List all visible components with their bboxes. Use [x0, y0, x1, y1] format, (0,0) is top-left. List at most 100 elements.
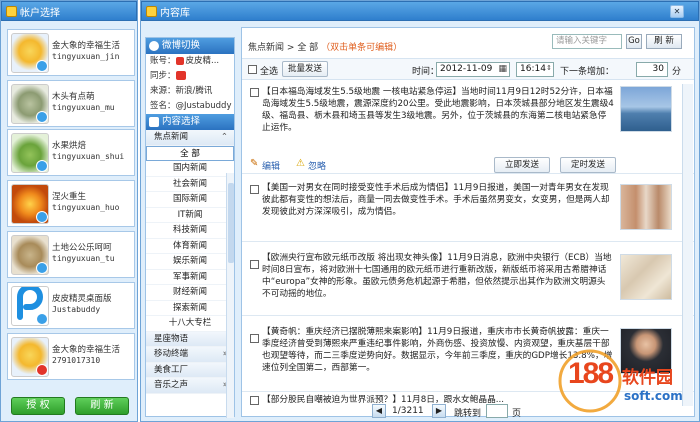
news-checkbox[interactable]: [250, 260, 259, 269]
account-name: 金大象的幸福生活: [52, 41, 121, 51]
news-thumbnail: [620, 254, 672, 300]
group-focus-news[interactable]: 焦点新闻 ⌃: [146, 130, 234, 146]
category-item[interactable]: 娱乐新闻: [146, 254, 234, 270]
jump-label: 跳转到: [454, 409, 482, 419]
category-item[interactable]: 全 部: [146, 145, 234, 161]
category-item[interactable]: 体育新闻: [146, 239, 234, 254]
account-icon: [175, 56, 184, 65]
news-item[interactable]: 【美国一对男女在同时接受变性手术后成为情侣】11月9日报道，美国一对青年男女在发…: [242, 176, 694, 242]
refresh-button[interactable]: 刷 新: [646, 34, 682, 49]
weibo-badge-icon: [36, 262, 48, 274]
edit-link[interactable]: 编辑: [262, 159, 280, 172]
next-page-icon[interactable]: ▶: [432, 404, 446, 418]
weibo-badge-icon: [36, 60, 48, 72]
next-add-label: 下一条增加：: [560, 67, 615, 77]
signature-row: 签名：@Justabuddy: [150, 101, 232, 111]
go-button[interactable]: Go: [626, 34, 642, 49]
app-icon: [6, 6, 17, 17]
nav-panel: 微博切换 账号： 皮皮精... 同步： 来源：新浪/腾讯 签名：@Justabud…: [145, 37, 235, 418]
date-picker[interactable]: 2012-11-09 ▦: [436, 62, 510, 77]
news-checkbox[interactable]: [250, 396, 259, 405]
authorize-button[interactable]: 授 权: [11, 397, 65, 415]
home-icon: [149, 117, 159, 127]
sync-icon: [175, 71, 186, 80]
toolbar: 全选 批量发送 时间： 2012-11-09 ▦ 16:14 ⇕ 下一条增加： …: [242, 58, 694, 80]
account-id: tingyuxuan_shui: [52, 152, 125, 161]
site-watermark: 188 软件园 soft.com: [556, 347, 696, 417]
edit-hint: （双击单条可编辑）: [321, 43, 403, 53]
window-title: 内容库: [160, 7, 190, 19]
category-item[interactable]: 国际新闻: [146, 192, 234, 208]
account-item[interactable]: 金大象的幸福生活 2791017310: [7, 333, 135, 380]
group-music[interactable]: 音乐之声»: [146, 378, 234, 394]
app-icon: [146, 6, 157, 17]
category-item[interactable]: 军事新闻: [146, 270, 234, 285]
account-item[interactable]: 涅火重生 tingyuxuan_huo: [7, 180, 135, 227]
weibo-badge-icon: [36, 111, 48, 123]
weibo-badge-icon: [36, 160, 48, 172]
news-thumbnail: [620, 86, 672, 132]
page-indicator: 1/3211: [392, 406, 424, 416]
select-all-checkbox[interactable]: [248, 65, 257, 74]
news-item[interactable]: 【欧洲央行宣布欧元纸币改版 将出现女神头像】11月9日消息，欧洲中央银行（ECB…: [242, 242, 694, 316]
category-item[interactable]: 十八大专栏: [146, 316, 234, 332]
weibo-badge-icon: [36, 313, 48, 325]
account-row[interactable]: 账号： 皮皮精...: [146, 54, 234, 69]
send-now-button[interactable]: 立即发送: [494, 157, 550, 173]
account-name: 水果烘焙: [52, 141, 87, 151]
category-item[interactable]: IT新闻: [146, 208, 234, 223]
interval-input[interactable]: 30: [636, 62, 668, 77]
nav-scrollbar-thumb[interactable]: [228, 183, 234, 263]
group-mobile[interactable]: 移动终端»: [146, 347, 234, 363]
account-id: tingyuxuan_tu: [52, 254, 115, 263]
interval-unit: 分: [672, 67, 682, 77]
weibo-icon: [149, 41, 159, 51]
ignore-icon: ⚠: [296, 158, 305, 169]
news-item[interactable]: 【日本福岛海域发生5.5级地震 一核电站紧急停运】当地时间11月9日12时52分…: [242, 80, 694, 174]
category-item[interactable]: 科技新闻: [146, 223, 234, 239]
news-checkbox[interactable]: [250, 334, 259, 343]
chevron-up-icon: ⌃: [220, 132, 228, 142]
watermark-number: 188: [568, 357, 614, 390]
group-horoscope[interactable]: 星座物语: [146, 331, 234, 347]
account-item[interactable]: 皮皮精灵桌面版 Justabuddy: [7, 282, 135, 329]
content-library-titlebar: 内容库 ✕: [141, 1, 699, 21]
news-checkbox[interactable]: [250, 185, 259, 194]
nav-scrollbar[interactable]: [226, 173, 234, 418]
search-input[interactable]: 请输入关键字: [552, 34, 622, 49]
source-row: 来源：新浪/腾讯: [150, 86, 213, 96]
prev-page-icon[interactable]: ◀: [372, 404, 386, 418]
group-food[interactable]: 美食工厂: [146, 362, 234, 378]
spinner-icon[interactable]: ⇕: [546, 62, 552, 75]
batch-send-button[interactable]: 批量发送: [282, 61, 328, 77]
account-item[interactable]: 木头有点萌 tingyuxuan_mu: [7, 80, 135, 127]
weibo-badge-icon: [36, 211, 48, 223]
refresh-accounts-button[interactable]: 刷 新: [75, 397, 129, 415]
sync-row[interactable]: 同步：: [146, 69, 234, 84]
account-id: 2791017310: [52, 356, 101, 365]
jump-page-input[interactable]: [486, 404, 508, 418]
account-item[interactable]: 金大象的幸福生活 tingyuxuan_jin: [7, 29, 135, 76]
category-item[interactable]: 探索新闻: [146, 301, 234, 316]
account-panel-titlebar: 帐户选择: [1, 1, 137, 21]
breadcrumb-current: 全 部: [297, 43, 319, 53]
page-unit: 页: [512, 409, 522, 419]
account-name: 皮皮精灵桌面版: [52, 294, 112, 304]
news-checkbox[interactable]: [250, 88, 259, 97]
breadcrumb-root[interactable]: 焦点新闻: [248, 43, 284, 53]
category-item[interactable]: 国内新闻: [146, 161, 234, 177]
ignore-link[interactable]: 忽略: [308, 159, 326, 172]
account-item[interactable]: 土地公公乐呵呵 tingyuxuan_tu: [7, 231, 135, 278]
account-item[interactable]: 水果烘焙 tingyuxuan_shui: [7, 129, 135, 176]
scheduled-send-button[interactable]: 定时发送: [560, 157, 616, 173]
account-id: tingyuxuan_jin: [52, 52, 120, 61]
time-spinner[interactable]: 16:14 ⇕: [516, 62, 554, 77]
close-icon[interactable]: ✕: [670, 5, 684, 18]
account-id: tingyuxuan_mu: [52, 103, 115, 112]
category-item[interactable]: 财经新闻: [146, 285, 234, 301]
news-thumbnail: [620, 184, 672, 230]
category-item[interactable]: 社会新闻: [146, 177, 234, 192]
calendar-icon[interactable]: ▦: [498, 63, 507, 76]
select-all-label: 全选: [260, 67, 279, 77]
watermark-domain: soft.com: [624, 389, 683, 403]
